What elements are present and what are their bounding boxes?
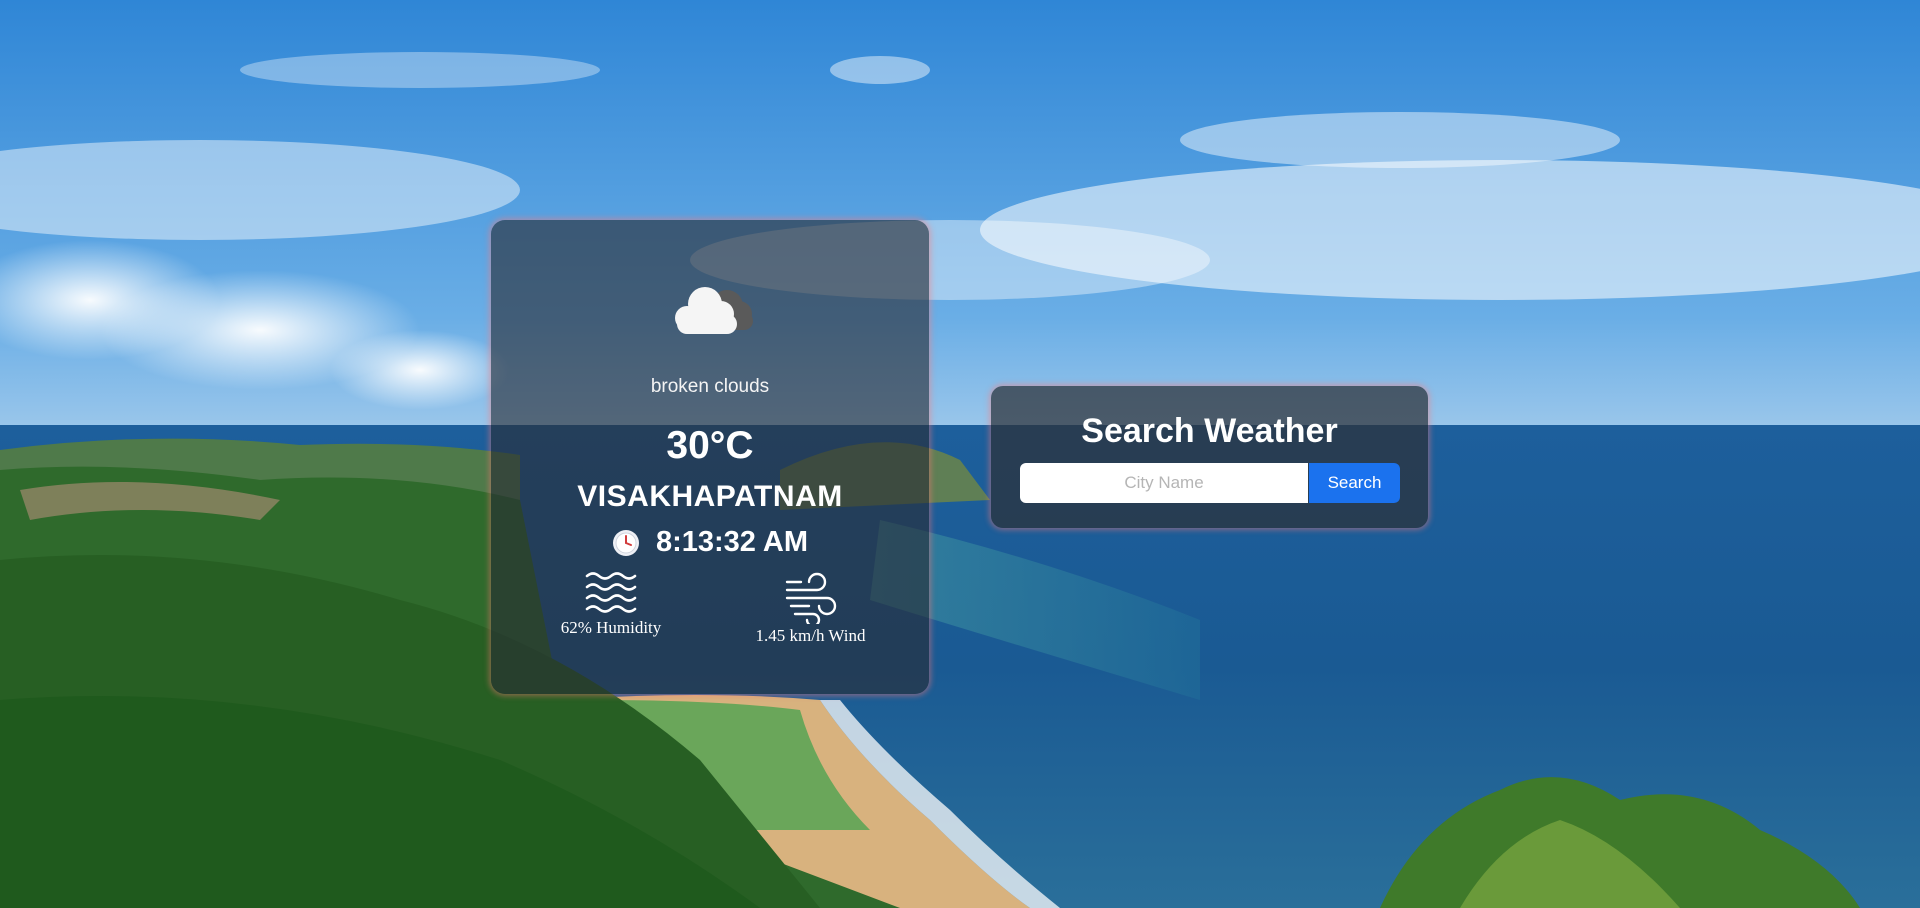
city-name: VISAKHAPATNAM (577, 480, 843, 513)
weather-card: broken clouds 30°C VISAKHAPATNAM 8:13:32… (491, 220, 929, 694)
wind-label: 1.45 km/h Wind (755, 626, 866, 645)
wind-icon (785, 572, 836, 624)
background-photo (0, 0, 1920, 908)
cloud-icon (675, 287, 753, 334)
search-title: Search Weather (1081, 412, 1338, 450)
humidity-label: 62% Humidity (560, 618, 662, 637)
weather-description: broken clouds (650, 376, 770, 397)
search-card: Search Weather Search (991, 386, 1428, 528)
temperature: 30°C (666, 424, 754, 467)
humidity-block: 62% Humidity (551, 570, 671, 638)
time-row: 8:13:32 AM (491, 526, 929, 559)
local-time: 8:13:32 AM (655, 526, 809, 558)
wind-block: 1.45 km/h Wind (743, 570, 878, 646)
city-search-input[interactable] (1020, 463, 1308, 503)
search-button[interactable]: Search (1309, 463, 1400, 503)
humidity-icon (585, 572, 637, 613)
clock-icon (612, 529, 639, 556)
